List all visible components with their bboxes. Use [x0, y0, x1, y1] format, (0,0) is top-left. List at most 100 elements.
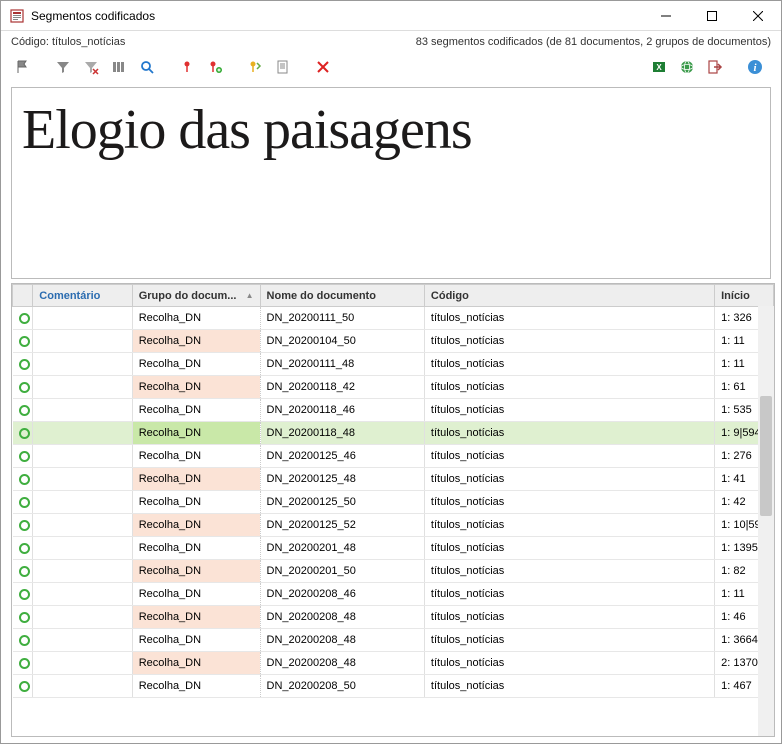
circle-icon	[19, 428, 30, 439]
close-button[interactable]	[735, 1, 781, 31]
table-row[interactable]: Recolha_DNDN_20200208_48títulos_notícias…	[13, 606, 774, 629]
circle-icon	[19, 520, 30, 531]
col-marker[interactable]	[13, 285, 33, 307]
cell-comentario	[33, 629, 132, 652]
search-button[interactable]	[135, 55, 159, 79]
cell-codigo: títulos_notícias	[424, 376, 714, 399]
table-row[interactable]: Recolha_DNDN_20200125_48títulos_notícias…	[13, 468, 774, 491]
row-marker	[13, 675, 33, 698]
cell-codigo: títulos_notícias	[424, 514, 714, 537]
col-codigo[interactable]: Código	[424, 285, 714, 307]
col-grupo[interactable]: Grupo do docum...▲	[132, 285, 260, 307]
row-marker	[13, 629, 33, 652]
cell-comentario	[33, 353, 132, 376]
cell-grupo: Recolha_DN	[132, 353, 260, 376]
export-excel-button[interactable]: X	[647, 55, 671, 79]
cell-comentario	[33, 307, 132, 330]
cell-grupo: Recolha_DN	[132, 445, 260, 468]
code-label: Código: títulos_notícias	[11, 36, 416, 48]
table-row[interactable]: Recolha_DNDN_20200125_46títulos_notícias…	[13, 445, 774, 468]
table-row[interactable]: Recolha_DNDN_20200125_50títulos_notícias…	[13, 491, 774, 514]
circle-icon	[19, 313, 30, 324]
window-title: Segmentos codificados	[31, 9, 643, 23]
table-row[interactable]: Recolha_DNDN_20200201_48títulos_notícias…	[13, 537, 774, 560]
table-row[interactable]: Recolha_DNDN_20200208_48títulos_notícias…	[13, 652, 774, 675]
maximize-button[interactable]	[689, 1, 735, 31]
code-add-button[interactable]	[203, 55, 227, 79]
cell-codigo: títulos_notícias	[424, 422, 714, 445]
cell-nome: DN_20200118_46	[260, 399, 424, 422]
cell-codigo: títulos_notícias	[424, 399, 714, 422]
cell-grupo: Recolha_DN	[132, 330, 260, 353]
table-row[interactable]: Recolha_DNDN_20200208_48títulos_notícias…	[13, 629, 774, 652]
filter-button[interactable]	[51, 55, 75, 79]
circle-icon	[19, 635, 30, 646]
table-row[interactable]: Recolha_DNDN_20200118_48títulos_notícias…	[13, 422, 774, 445]
table-row[interactable]: Recolha_DNDN_20200125_52títulos_notícias…	[13, 514, 774, 537]
cell-comentario	[33, 583, 132, 606]
cell-grupo: Recolha_DN	[132, 583, 260, 606]
minimize-button[interactable]	[643, 1, 689, 31]
cell-nome: DN_20200125_52	[260, 514, 424, 537]
code-red-button[interactable]	[175, 55, 199, 79]
table-row[interactable]: Recolha_DNDN_20200201_50títulos_notícias…	[13, 560, 774, 583]
cell-nome: DN_20200208_48	[260, 606, 424, 629]
row-marker	[13, 514, 33, 537]
vertical-scrollbar[interactable]	[758, 306, 774, 736]
export-button[interactable]	[703, 55, 727, 79]
row-marker	[13, 583, 33, 606]
cell-codigo: títulos_notícias	[424, 491, 714, 514]
table-row[interactable]: Recolha_DNDN_20200118_46títulos_notícias…	[13, 399, 774, 422]
row-marker	[13, 537, 33, 560]
circle-icon	[19, 543, 30, 554]
col-comentario[interactable]: Comentário	[33, 285, 132, 307]
circle-icon	[19, 566, 30, 577]
cell-nome: DN_20200125_46	[260, 445, 424, 468]
row-marker	[13, 399, 33, 422]
cell-codigo: títulos_notícias	[424, 537, 714, 560]
row-marker	[13, 652, 33, 675]
filter-clear-button[interactable]	[79, 55, 103, 79]
cell-comentario	[33, 330, 132, 353]
cell-nome: DN_20200208_46	[260, 583, 424, 606]
row-marker	[13, 376, 33, 399]
cell-grupo: Recolha_DN	[132, 514, 260, 537]
cell-comentario	[33, 468, 132, 491]
code-yellow-button[interactable]	[243, 55, 267, 79]
cell-comentario	[33, 537, 132, 560]
cell-grupo: Recolha_DN	[132, 629, 260, 652]
table-row[interactable]: Recolha_DNDN_20200104_50títulos_notícias…	[13, 330, 774, 353]
cell-grupo: Recolha_DN	[132, 537, 260, 560]
delete-button[interactable]	[311, 55, 335, 79]
cell-nome: DN_20200118_42	[260, 376, 424, 399]
cell-comentario	[33, 399, 132, 422]
circle-icon	[19, 451, 30, 462]
table-row[interactable]: Recolha_DNDN_20200111_48títulos_notícias…	[13, 353, 774, 376]
toolbar: X i	[1, 53, 781, 83]
table-row[interactable]: Recolha_DNDN_20200208_50títulos_notícias…	[13, 675, 774, 698]
cell-codigo: títulos_notícias	[424, 560, 714, 583]
document-button[interactable]	[271, 55, 295, 79]
preview-pane: Elogio das paisagens	[11, 87, 771, 279]
export-web-button[interactable]	[675, 55, 699, 79]
circle-icon	[19, 336, 30, 347]
preview-text: Elogio das paisagens	[22, 102, 472, 158]
cell-comentario	[33, 606, 132, 629]
cell-grupo: Recolha_DN	[132, 675, 260, 698]
window-controls	[643, 1, 781, 31]
col-nome[interactable]: Nome do documento	[260, 285, 424, 307]
flag-button[interactable]	[11, 55, 35, 79]
cell-comentario	[33, 422, 132, 445]
scrollbar-thumb[interactable]	[760, 396, 772, 516]
table-row[interactable]: Recolha_DNDN_20200111_50títulos_notícias…	[13, 307, 774, 330]
info-button[interactable]: i	[743, 55, 767, 79]
table-row[interactable]: Recolha_DNDN_20200118_42títulos_notícias…	[13, 376, 774, 399]
col-inicio[interactable]: Início	[715, 285, 774, 307]
cell-codigo: títulos_notícias	[424, 606, 714, 629]
row-marker	[13, 445, 33, 468]
circle-icon	[19, 359, 30, 370]
circle-icon	[19, 382, 30, 393]
columns-button[interactable]	[107, 55, 131, 79]
cell-codigo: títulos_notícias	[424, 629, 714, 652]
table-row[interactable]: Recolha_DNDN_20200208_46títulos_notícias…	[13, 583, 774, 606]
